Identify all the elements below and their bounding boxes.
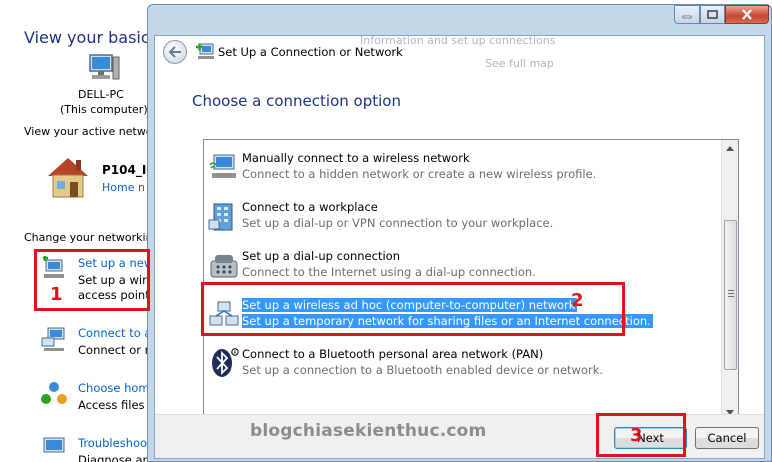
setup-network-icon (196, 43, 214, 59)
maximize-icon (707, 9, 718, 19)
option-bluetooth-pan[interactable]: R Connect to a Bluetooth personal area n… (204, 344, 721, 384)
page-title: View your basic n (24, 28, 165, 47)
annotation-number-step3: 3 (630, 425, 643, 446)
connect-network-icon (41, 327, 65, 351)
dialog-heading: Choose a connection option (192, 92, 401, 110)
scroll-grip (728, 290, 734, 298)
option-title: Connect to a workplace (242, 200, 378, 214)
list-scrollbar[interactable] (721, 140, 738, 421)
option-manual-wireless[interactable]: Manually connect to a wireless network C… (204, 148, 721, 188)
option-desc: Connect to the Internet using a dial-up … (242, 265, 536, 279)
annotation-number-step2: 2 (571, 290, 584, 311)
dialog-title: Set Up a Connection or Network (218, 45, 403, 59)
option-dialup[interactable]: Set up a dial-up connection Connect to t… (204, 246, 721, 286)
ghost-text: See full map (485, 57, 554, 70)
task-link[interactable]: Troubleshoo (78, 436, 147, 450)
task-link[interactable]: Connect to a (78, 326, 151, 340)
dialog-titlebar[interactable] (148, 5, 771, 35)
back-button[interactable] (163, 40, 187, 64)
task-desc: Access files a (78, 398, 156, 412)
option-title: Set up a dial-up connection (242, 249, 400, 263)
close-icon (742, 9, 752, 20)
svg-text:R: R (234, 350, 237, 356)
option-title: Manually connect to a wireless network (242, 151, 470, 165)
back-arrow-icon (168, 46, 181, 58)
network-type-link[interactable]: Home n (102, 181, 145, 194)
wireless-network-icon (209, 154, 236, 178)
troubleshoot-icon (43, 437, 65, 453)
dialog-client-area: Set Up a Connection or Network Informati… (154, 34, 765, 459)
minimize-button[interactable] (674, 5, 700, 24)
connection-options-list[interactable]: Manually connect to a wireless network C… (203, 139, 739, 422)
scroll-up-button[interactable] (722, 140, 738, 157)
task-desc: Connect or r (78, 343, 150, 357)
task-desc: Diagnose an (78, 453, 150, 462)
cancel-button[interactable]: Cancel (695, 427, 759, 449)
workplace-icon (208, 203, 233, 231)
option-workplace[interactable]: Connect to a workplace Set up a dial-up … (204, 197, 721, 237)
minimize-icon (682, 15, 692, 18)
computer-name: DELL-PC (78, 88, 124, 101)
computer-icon (89, 54, 120, 80)
scroll-thumb[interactable] (724, 220, 737, 370)
computer-subtitle: (This computer) (60, 103, 148, 116)
homegroup-icon (41, 382, 67, 404)
option-desc: Connect to a hidden network or create a … (242, 167, 597, 181)
dialup-icon (210, 255, 238, 278)
bluetooth-icon: R (212, 348, 239, 377)
change-settings-label: Change your networkin (24, 231, 153, 244)
annotation-box-step2 (201, 282, 625, 336)
maximize-button[interactable] (700, 5, 725, 24)
watermark: blogchiasekienthuc.com (250, 421, 487, 441)
ghost-text: Information and set up connections (360, 34, 556, 47)
chevron-up-icon (726, 146, 734, 151)
close-button[interactable] (725, 5, 769, 24)
option-title: Connect to a Bluetooth personal area net… (242, 347, 544, 361)
task-link[interactable]: Choose hom (78, 381, 150, 395)
home-network-icon (48, 158, 88, 198)
active-networks-label: View your active netwo (24, 125, 153, 138)
setup-connection-dialog: Set Up a Connection or Network Informati… (147, 4, 772, 462)
option-desc: Set up a connection to a Bluetooth enabl… (242, 363, 604, 377)
annotation-number-step1: 1 (50, 284, 63, 305)
option-desc: Set up a dial-up or VPN connection to yo… (242, 216, 554, 230)
window-controls (674, 5, 769, 24)
